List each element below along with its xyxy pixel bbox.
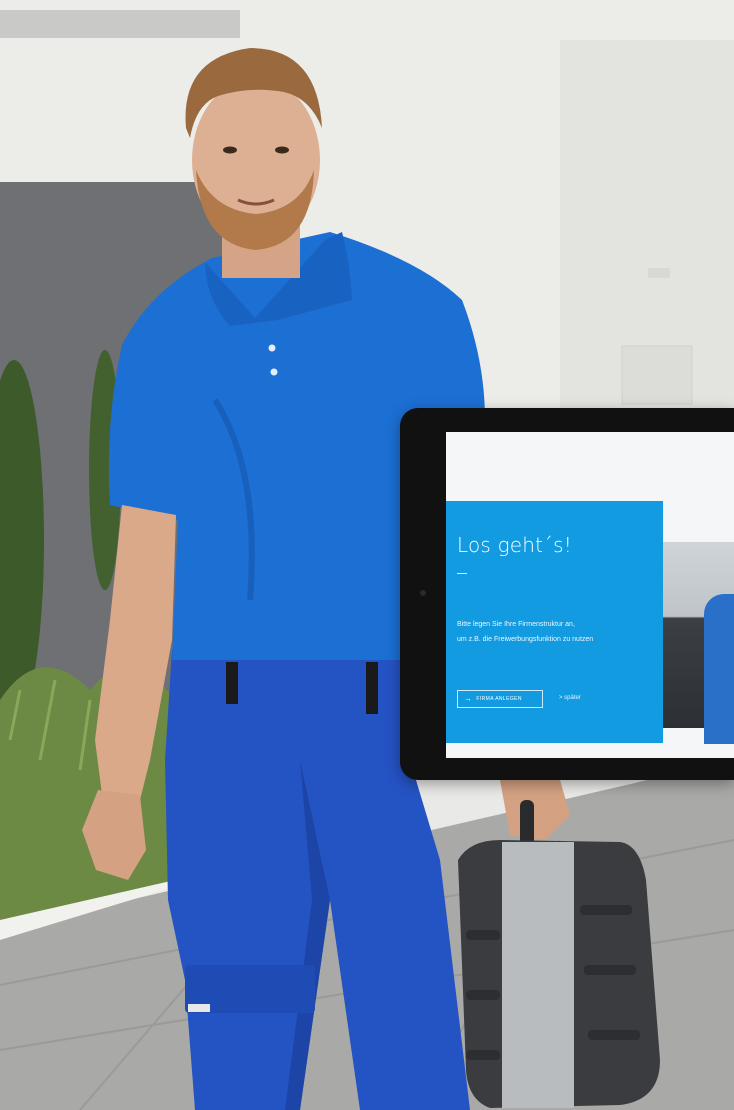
arrow-right-icon: →	[464, 694, 473, 703]
welcome-title: Los geht´s!	[457, 533, 572, 557]
welcome-body-line1: Bitte legen Sie Ihre Firmenstruktur an,	[457, 621, 575, 628]
tablet-screen: Los geht´s! Bitte legen Sie Ihre Firmens…	[446, 432, 734, 758]
belt-loop-left	[226, 662, 238, 704]
photo-scene: Los geht´s! Bitte legen Sie Ihre Firmens…	[0, 0, 734, 1110]
belt-loop-right	[366, 662, 378, 714]
screen-background-photo	[660, 542, 734, 744]
later-link[interactable]: > später	[559, 695, 581, 701]
tablet-camera	[420, 590, 426, 596]
pants-tag	[188, 1004, 210, 1012]
welcome-body-line2: um z.B. die Freiwerbungsfunktion zu nutz…	[457, 636, 594, 643]
welcome-body: Bitte legen Sie Ihre Firmenstruktur an, …	[457, 617, 657, 647]
wall-mailbox	[621, 345, 693, 405]
tablet-icon: Los geht´s! Bitte legen Sie Ihre Firmens…	[400, 408, 734, 780]
title-divider	[457, 573, 467, 574]
case-metal-strip	[502, 842, 574, 1108]
wall-light-fixture	[648, 268, 670, 278]
shirt-button-1	[268, 344, 276, 352]
eye-right	[275, 146, 289, 154]
welcome-card: Los geht´s! Bitte legen Sie Ihre Firmens…	[446, 501, 663, 743]
eye-left	[223, 146, 237, 154]
wall-shadow-band	[0, 10, 240, 38]
shirt-button-2	[270, 368, 278, 376]
screen-person-figure	[704, 594, 734, 744]
create-company-button[interactable]: → FIRMA ANLEGEN	[457, 690, 543, 708]
create-company-button-label: FIRMA ANLEGEN	[476, 696, 522, 702]
